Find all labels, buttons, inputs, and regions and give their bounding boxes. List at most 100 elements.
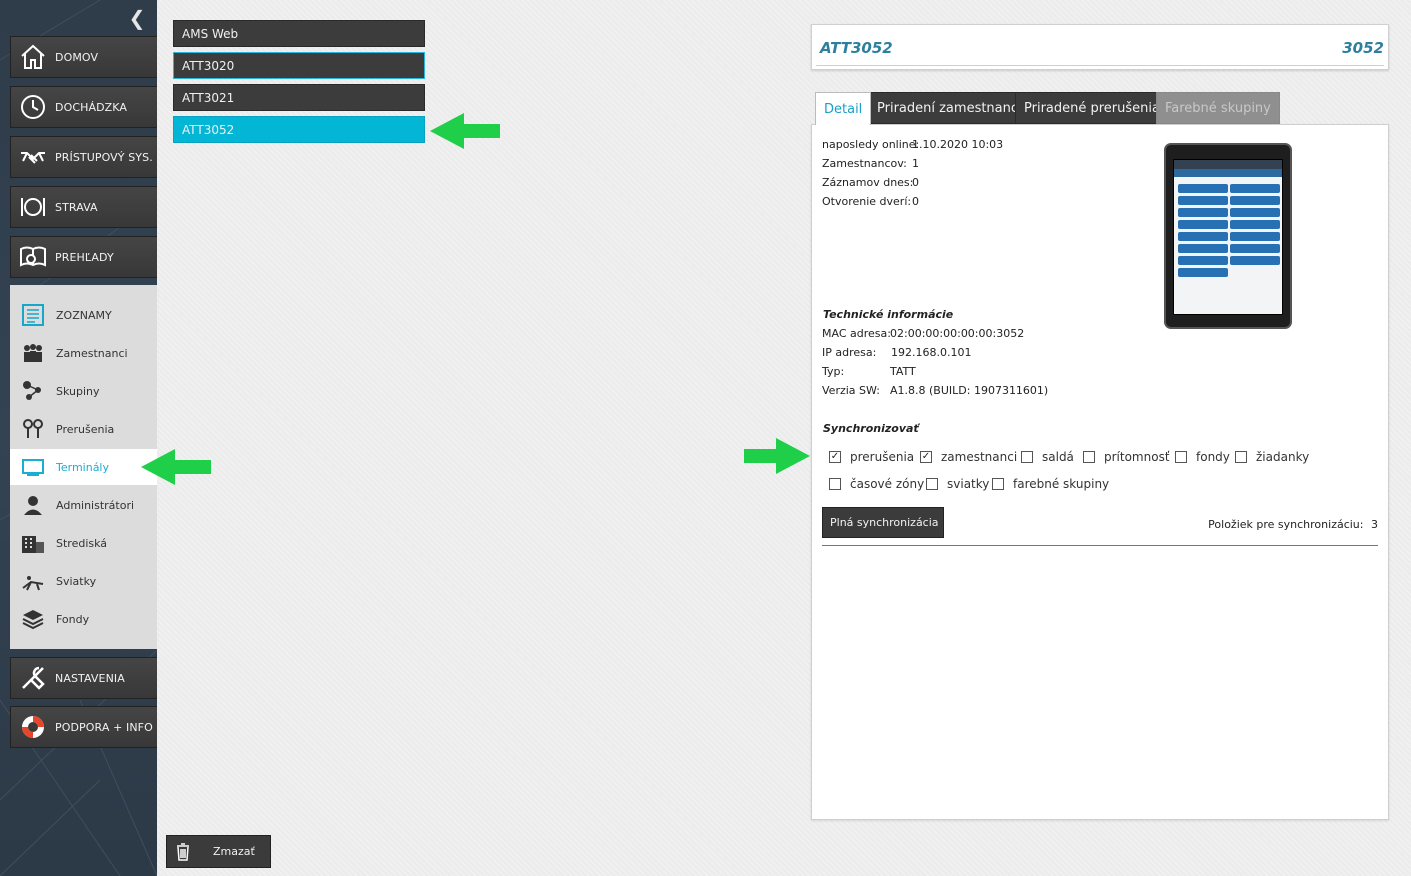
nav-label: STRAVA (55, 200, 98, 214)
sub-item-label: Strediská (56, 536, 108, 550)
row-records-today: Záznamov dnes: 0 (822, 176, 919, 189)
terminal-item-att3021[interactable]: ATT3021 (173, 84, 425, 111)
sync-checkbox-zamestnanci[interactable]: ✓ zamestnanci (920, 450, 1017, 464)
sub-item-zamestnanci[interactable]: Zamestnanci (10, 335, 157, 371)
checkbox[interactable] (1175, 451, 1187, 463)
nav-nastavenia[interactable]: NASTAVENIA (10, 657, 157, 699)
tab-priradene-prerusenia[interactable]: Priradené prerušenia (1015, 92, 1169, 124)
sub-item-administratori[interactable]: Administrátori (10, 487, 157, 523)
list-icon (10, 304, 56, 326)
sub-item-label: Terminály (56, 460, 109, 474)
sub-item-skupiny[interactable]: Skupiny (10, 373, 157, 409)
nav-label: PRÍSTUPOVÝ SYS. (55, 150, 153, 164)
terminal-item-ams-web[interactable]: AMS Web (173, 20, 425, 47)
terminal-item-att3020[interactable]: ATT3020 (173, 52, 425, 79)
handshake-icon (11, 137, 55, 177)
nav-strava[interactable]: STRAVA (10, 186, 157, 228)
book-search-icon (11, 237, 55, 277)
row-mac: MAC adresa: 02:00:00:00:00:00:3052 (822, 327, 1024, 340)
checkbox[interactable]: ✓ (920, 451, 932, 463)
checkbox-label: farebné skupiny (1013, 477, 1110, 491)
terminal-label: ATT3020 (182, 58, 235, 73)
checkbox[interactable]: ✓ (829, 451, 841, 463)
tab-farebne-skupiny[interactable]: Farebné skupiny (1156, 92, 1280, 124)
green-arrow-left-icon (430, 113, 500, 149)
checkbox[interactable] (992, 478, 1004, 490)
device-screen (1173, 159, 1283, 315)
terminal-name: ATT3052 (820, 39, 893, 57)
row-label: Zamestnancov: (822, 157, 907, 170)
divider (816, 65, 1384, 66)
nav-podpora-info[interactable]: PODPORA + INFO (10, 706, 157, 748)
nav-domov[interactable]: DOMOV (10, 36, 157, 78)
sync-title: Synchronizovať (823, 422, 919, 435)
row-label: Záznamov dnes: (822, 176, 914, 189)
nav-dochadzka[interactable]: DOCHÁDZKA (10, 86, 157, 128)
tab-priradeni-zamestnanci[interactable]: Priradení zamestnanci (868, 92, 1031, 124)
pending-value: 3 (1371, 518, 1378, 531)
row-ip: IP adresa: 192.168.0.101 (822, 346, 971, 359)
row-label: naposledy online: (822, 138, 920, 151)
layers-icon (10, 608, 56, 630)
sub-item-fondy[interactable]: Fondy (10, 601, 157, 637)
checkbox-label: prerušenia (850, 450, 915, 464)
checkbox[interactable] (926, 478, 938, 490)
tab-label: Priradené prerušenia (1024, 100, 1160, 116)
green-arrow-left-icon (141, 449, 211, 485)
pending-label: Položiek pre synchronizáciu: (1208, 518, 1364, 531)
sync-checkbox-salda[interactable]: saldá (1021, 450, 1074, 464)
tab-label: Detail (824, 101, 863, 117)
checkbox-label: prítomnosť (1104, 450, 1170, 464)
delete-button[interactable]: Zmazať (166, 835, 271, 868)
row-value: 1 (912, 157, 919, 170)
sub-item-label: Sviatky (56, 574, 97, 588)
sub-item-terminaly[interactable]: Terminály (10, 449, 157, 485)
checkbox-label: sviatky (947, 477, 990, 491)
monitor-icon (10, 456, 56, 478)
checkbox-label: žiadanky (1256, 450, 1310, 464)
terminal-code: 3052 (1342, 39, 1384, 57)
full-sync-button[interactable]: Plná synchronizácia (822, 507, 944, 538)
sub-item-label: Zamestnanci (56, 346, 128, 360)
divider (822, 545, 1378, 546)
checkbox[interactable] (1021, 451, 1033, 463)
detail-panel: naposledy online: 1.10.2020 10:03 Zamest… (811, 124, 1389, 820)
row-value: A1.8.8 (BUILD: 1907311601) (890, 384, 1049, 397)
nav-label: DOCHÁDZKA (55, 100, 128, 114)
nav-prehlady[interactable]: PREHĽADY (10, 236, 157, 278)
tech-info-title: Technické informácie (823, 308, 954, 321)
row-value: 0 (912, 176, 919, 189)
sub-item-label: Skupiny (56, 384, 100, 398)
clock-icon (11, 87, 55, 127)
sync-checkbox-fondy[interactable]: fondy (1175, 450, 1230, 464)
sync-checkbox-pritomnost[interactable]: prítomnosť (1083, 450, 1170, 464)
sync-checkbox-sviatky[interactable]: sviatky (926, 477, 989, 491)
sync-checkbox-farebne-skupiny[interactable]: farebné skupiny (992, 477, 1109, 491)
pending-sync-count: Položiek pre synchronizáciu: 3 (1208, 518, 1378, 531)
row-value: 0 (912, 195, 919, 208)
checkbox-label: časové zóny (850, 477, 925, 491)
tools-icon (11, 658, 55, 698)
admin-icon (10, 494, 56, 516)
checkbox[interactable] (829, 478, 841, 490)
sub-item-strediska[interactable]: Strediská (10, 525, 157, 561)
sync-checkbox-ziadanky[interactable]: žiadanky (1235, 450, 1309, 464)
checkbox[interactable] (1083, 451, 1095, 463)
sub-item-sviatky[interactable]: Sviatky (10, 563, 157, 599)
terminal-item-att3052[interactable]: ATT3052 (173, 116, 425, 143)
house-icon (11, 37, 55, 77)
sub-item-prerusenia[interactable]: Prerušenia (10, 411, 157, 447)
collapse-sidebar-button[interactable]: ❮ (126, 8, 148, 30)
tab-detail[interactable]: Detail (815, 92, 872, 125)
sync-checkbox-prerusenia[interactable]: ✓ prerušenia (829, 450, 914, 464)
checkbox[interactable] (1235, 451, 1247, 463)
pins-icon (10, 418, 56, 440)
sub-item-label: Administrátori (56, 498, 135, 512)
sub-item-zoznamy[interactable]: ZOZNAMY (10, 297, 157, 333)
people-icon (10, 342, 56, 364)
nav-label: PODPORA + INFO (55, 720, 153, 734)
terminal-label: ATT3052 (182, 122, 235, 137)
sync-checkbox-casove-zony[interactable]: časové zóny (829, 477, 924, 491)
nav-pristupovy-sys[interactable]: PRÍSTUPOVÝ SYS. (10, 136, 157, 178)
row-label: Verzia SW: (822, 384, 880, 397)
